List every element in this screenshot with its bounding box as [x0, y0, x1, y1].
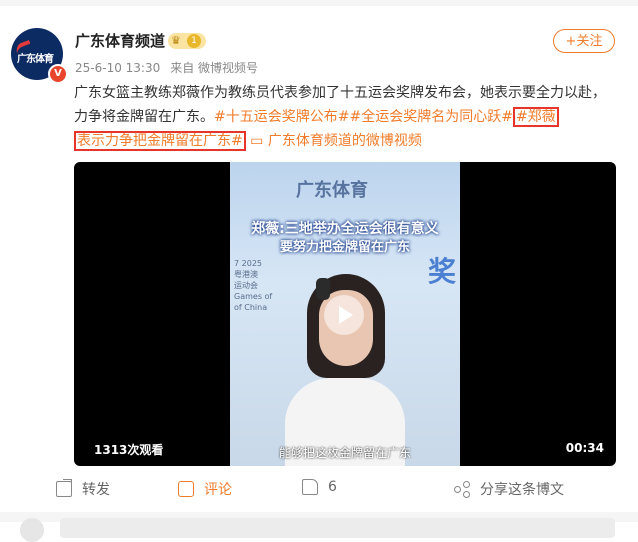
- video-duration: 00:34: [565, 441, 604, 455]
- action-bar: 转发 评论 6 分享这条博文: [0, 475, 638, 501]
- hashtag-link-highlighted[interactable]: 表示力争把金牌留在广东#: [74, 131, 246, 151]
- comment-input[interactable]: [60, 518, 615, 538]
- share-label: 分享这条博文: [480, 482, 564, 498]
- member-level: 1: [187, 34, 201, 48]
- video-title-line1: 郑薇:三地举办全运会很有意义: [251, 221, 439, 237]
- share-button[interactable]: 分享这条博文: [454, 479, 564, 499]
- hashtag-link-highlighted[interactable]: #郑薇: [512, 107, 559, 127]
- comment-label: 评论: [204, 482, 232, 498]
- crown-icon: ♛: [171, 34, 181, 47]
- top-strip: [0, 0, 638, 6]
- forward-icon: [56, 481, 72, 497]
- play-icon[interactable]: [324, 295, 364, 335]
- video-brand: 广东体育: [296, 180, 368, 201]
- background-side-text: 7 2025 粤港澳 运动会 Games of of China: [234, 259, 273, 312]
- view-count: 1313次观看: [94, 443, 164, 457]
- comment-icon: [178, 481, 194, 497]
- author-name[interactable]: 广东体育频道: [75, 30, 165, 51]
- like-button[interactable]: 6: [302, 479, 337, 495]
- forward-label: 转发: [82, 482, 110, 498]
- post-meta: 25-6-10 13:30 来自 微博视频号: [75, 59, 258, 76]
- share-icon: [454, 481, 470, 498]
- hashtag-link[interactable]: #十五运会奖牌公布#: [214, 109, 349, 125]
- verified-badge-icon: V: [48, 64, 68, 84]
- post-source[interactable]: 来自 微博视频号: [170, 61, 258, 75]
- video-title-line2: 要努力把金牌留在广东: [279, 240, 410, 255]
- background-character: 奖: [428, 255, 457, 288]
- comment-button[interactable]: 评论: [178, 479, 232, 499]
- post-text: 广东女篮主教练郑薇作为教练员代表参加了十五运会奖牌发布会，她表示要全力以赴，力争…: [74, 81, 619, 153]
- microphone-icon: [316, 278, 330, 300]
- member-crown-icon[interactable]: ♛ 1: [168, 33, 206, 49]
- follow-button[interactable]: +关注: [553, 29, 615, 53]
- video-player[interactable]: 广东体育 郑薇:三地举办全运会很有意义 要努力把金牌留在广东 奖 7 2025 …: [74, 162, 616, 466]
- avatar-logo-text: 广东体育: [17, 54, 54, 65]
- video-source-link[interactable]: 广东体育频道的微博视频: [268, 133, 422, 149]
- hashtag-link[interactable]: #全运会奖牌名为同心跃#: [349, 109, 512, 125]
- video-link-icon: ▭: [245, 133, 268, 149]
- forward-button[interactable]: 转发: [56, 479, 110, 499]
- like-count: 6: [328, 479, 337, 495]
- post-time[interactable]: 25-6-10 13:30: [75, 61, 160, 75]
- thumbs-up-icon: [302, 479, 318, 495]
- comment-composer-strip: [0, 512, 638, 542]
- video-subtitle: 能够把这枚金牌留在广东: [278, 446, 411, 460]
